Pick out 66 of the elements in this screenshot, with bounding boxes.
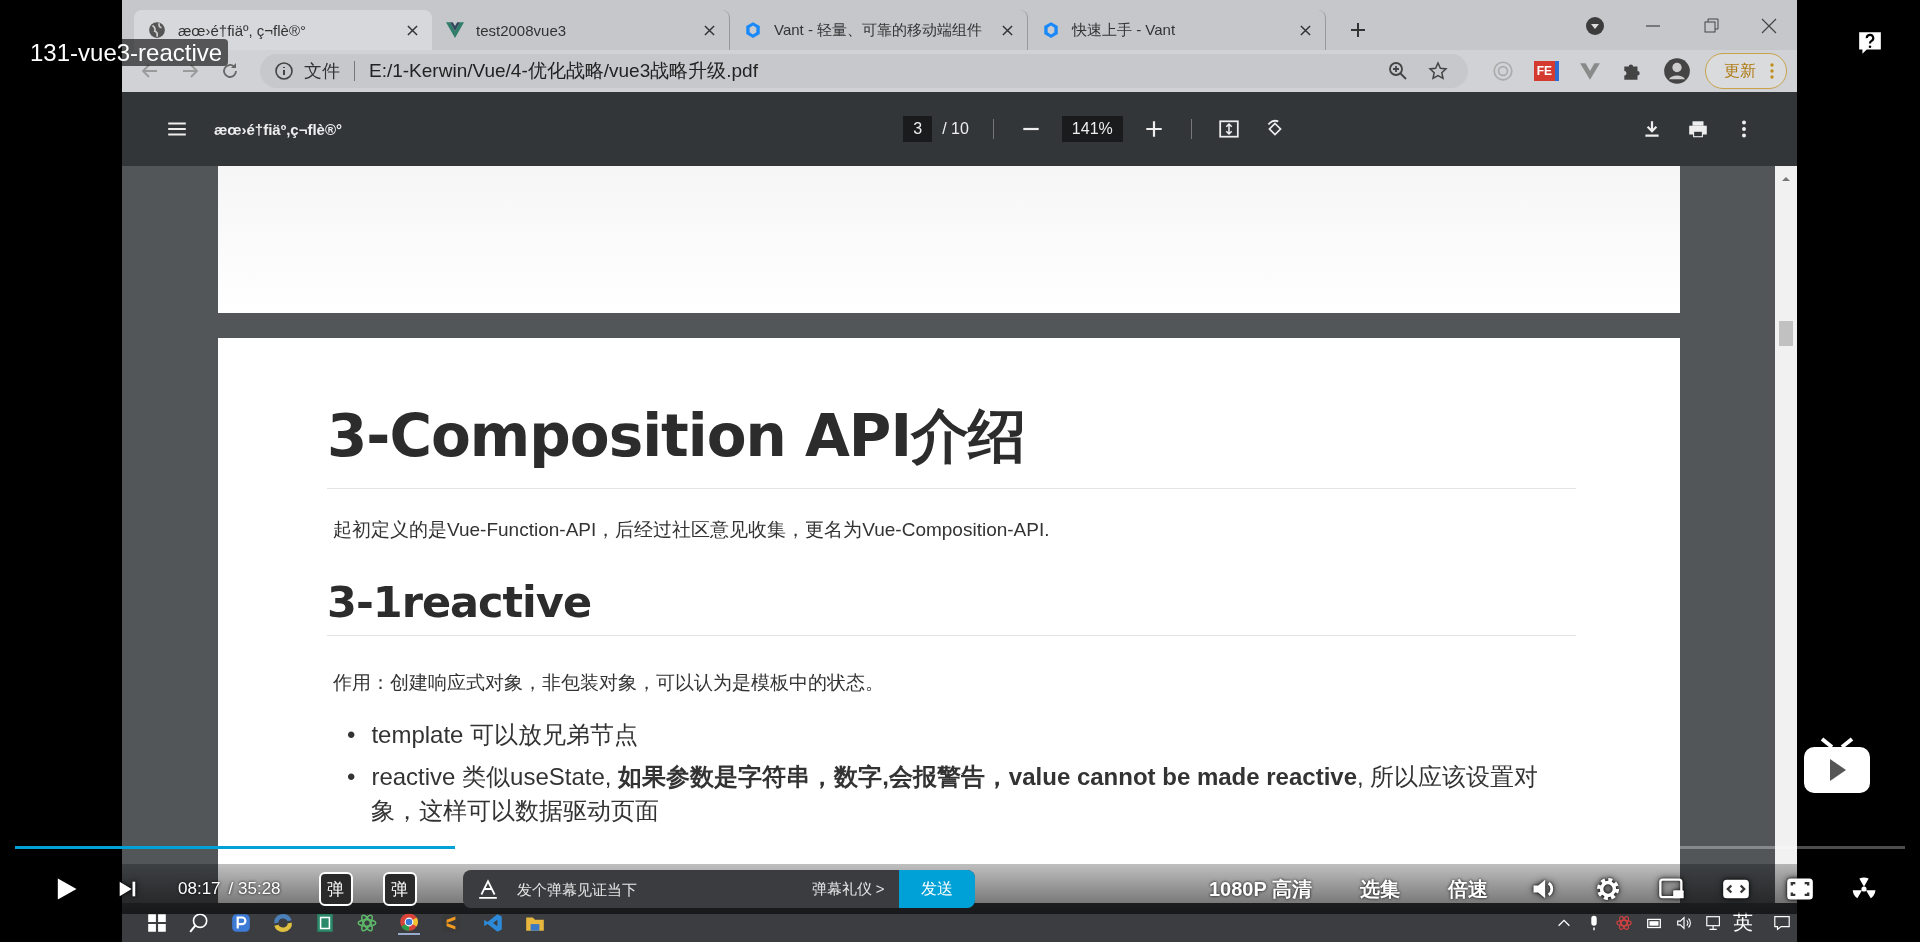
extension-button[interactable]: FE xyxy=(1533,61,1559,81)
section-heading: 3-Composition API介绍 xyxy=(327,398,1576,489)
input-method-indicator[interactable]: 英 xyxy=(1733,909,1753,936)
scrollbar-thumb[interactable] xyxy=(1779,321,1793,346)
close-tab-icon[interactable] xyxy=(704,24,715,36)
danmaku-toggle[interactable]: 弹 xyxy=(318,872,353,906)
danmaku-input[interactable]: 发个弹幕见证当下 xyxy=(514,879,812,899)
windows-logo-icon[interactable] xyxy=(146,911,168,934)
tab-title: Vant - 轻量、可靠的移动端组件 xyxy=(774,20,984,40)
info-icon xyxy=(274,61,294,81)
atom-icon[interactable] xyxy=(356,911,378,934)
page-number-field[interactable]: 3 xyxy=(903,116,933,142)
notebook-app-icon[interactable] xyxy=(314,911,336,934)
code-editor-icon[interactable] xyxy=(482,911,504,934)
close-tab-icon[interactable] xyxy=(1300,24,1311,36)
search-icon[interactable] xyxy=(188,911,210,934)
danmaku-settings-button[interactable]: 弹 xyxy=(382,872,417,906)
chrome-style-icon[interactable] xyxy=(398,910,420,935)
address-bar[interactable]: 文件 E:/1-Kerwin/Vue/4-优化战略/vue3战略升级.pdf xyxy=(260,54,1468,88)
zoom-icon[interactable] xyxy=(1387,61,1408,81)
speaker-icon[interactable] xyxy=(1675,913,1693,932)
help-icon[interactable] xyxy=(1857,30,1883,56)
more-icon xyxy=(1770,63,1774,79)
globe-icon xyxy=(148,21,166,39)
tv-play-icon[interactable] xyxy=(1802,735,1872,795)
danmaku-etiquette-link[interactable]: 弹幕礼仪 > xyxy=(811,879,885,899)
bullet-text: template 可以放兄弟节点 xyxy=(371,720,640,750)
bullet-marker: • xyxy=(347,762,356,792)
p-app-icon[interactable] xyxy=(230,911,252,934)
subsection-heading: 3-1reactive xyxy=(327,577,1576,636)
intro-paragraph: 起初定义的是Vue-Function-API，后经过社区意见收集，更名为Vue-Composition-API. xyxy=(333,518,1051,542)
file-label: 文件 xyxy=(304,60,340,83)
new-tab-icon[interactable] xyxy=(1350,22,1366,38)
star-icon[interactable] xyxy=(1427,61,1448,81)
close-icon[interactable] xyxy=(1759,16,1779,36)
avatar-icon[interactable] xyxy=(1663,57,1691,85)
v-logo-icon xyxy=(446,21,464,39)
fit-page-icon[interactable] xyxy=(1217,118,1240,140)
body-paragraph: 作用：创建响应式对象，非包装对象，可以认为是模板中的状态。 xyxy=(333,671,885,695)
page-count: / 10 xyxy=(942,120,969,138)
close-tab-icon[interactable] xyxy=(407,24,418,36)
tab-search-icon[interactable] xyxy=(1585,16,1605,36)
close-tab-icon[interactable] xyxy=(1002,24,1013,36)
tab-title: æœ›é†fiäº, ç¬flè®° xyxy=(178,21,307,39)
hexagon-logo-icon xyxy=(744,21,762,39)
bullet-marker: • xyxy=(347,720,356,750)
duration: / 35:28 xyxy=(228,879,281,899)
settings-icon[interactable] xyxy=(1594,875,1622,903)
progress-track[interactable] xyxy=(15,846,1905,849)
tab-title: 快速上手 - Vant xyxy=(1072,20,1177,40)
network-icon[interactable] xyxy=(1705,913,1723,932)
scroll-up-icon[interactable] xyxy=(1781,174,1791,184)
danmaku-input-field[interactable]: 发个弹幕见证当下 弹幕礼仪 > 发送 xyxy=(462,870,975,908)
hexagon-logo-icon xyxy=(1042,21,1060,39)
zoom-field[interactable]: 141% xyxy=(1061,116,1123,142)
text-style-icon[interactable] xyxy=(476,878,499,900)
document-title: æœ›é†fiäº,ç¬flè®° xyxy=(214,120,342,138)
atom-icon[interactable] xyxy=(1615,913,1633,932)
url-text: E:/1-Kerwin/Vue/4-优化战略/vue3战略升级.pdf xyxy=(369,59,758,83)
notification-icon[interactable] xyxy=(1773,913,1791,932)
print-icon[interactable] xyxy=(1687,118,1709,140)
bullet-text: reactive 类似useState, 如果参数是字符串，数字,会报警告，value cannot be made reactive, 所以应该设置对象，这样可以数据驱动页面 xyxy=(371,762,1540,826)
current-time: 08:17 xyxy=(178,879,221,899)
tab-title: test2008vue3 xyxy=(476,21,568,39)
reload-icon[interactable] xyxy=(220,61,240,81)
restore-icon[interactable] xyxy=(1701,16,1721,36)
